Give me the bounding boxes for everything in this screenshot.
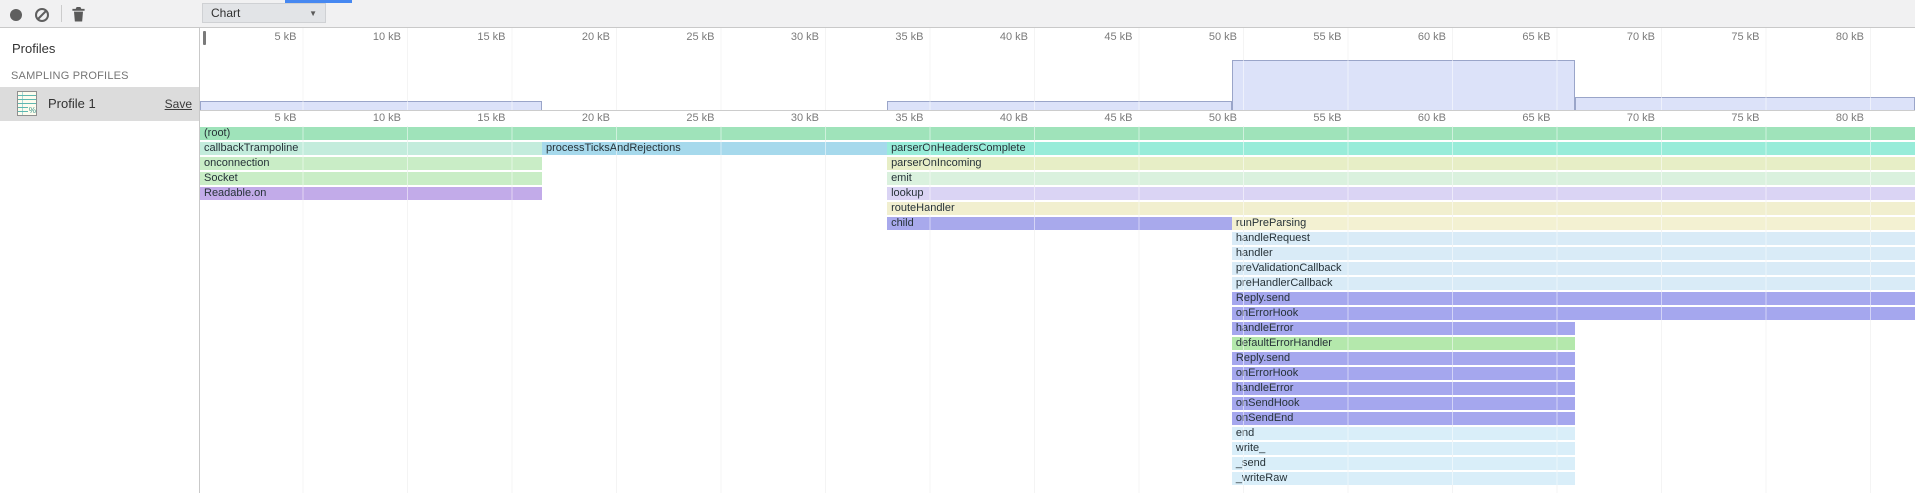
memory-overview[interactable]: 5 kB10 kB15 kB20 kB25 kB30 kB35 kB40 kB4… — [200, 28, 1915, 111]
ruler-label-15kB: 15 kB — [446, 111, 506, 125]
ruler-label-55kB: 55 kB — [1282, 111, 1342, 125]
flame-bar-root[interactable]: (root) — [200, 127, 1915, 140]
ruler-label-50kB: 50 kB — [1177, 111, 1237, 125]
sampling-profile-icon: % — [17, 91, 37, 116]
percent-glyph: % — [28, 106, 36, 115]
overview-left-handle[interactable] — [203, 31, 206, 45]
ruler-label-35kB: 35 kB — [864, 111, 924, 125]
overview-selection-segment[interactable] — [887, 101, 1232, 110]
chevron-down-icon: ▼ — [309, 9, 317, 18]
ruler-label-5kB: 5 kB — [237, 111, 297, 125]
flame-bar-processTicksAndRejections[interactable]: processTicksAndRejections — [542, 142, 887, 155]
flame-bar-end[interactable]: end — [1232, 427, 1575, 440]
flame-bar-routeHandler[interactable]: routeHandler — [887, 202, 1915, 215]
toolbar: Chart ▼ — [0, 0, 1915, 28]
flame-bar-_send[interactable]: _send — [1232, 457, 1575, 470]
ruler-label-75kB: 75 kB — [1700, 111, 1760, 125]
flame-bar-onSendHook[interactable]: onSendHook — [1232, 397, 1575, 410]
ruler-label-45kB: 45 kB — [1073, 111, 1133, 125]
ruler-label-20kB: 20 kB — [550, 111, 610, 125]
ruler-label-25kB: 25 kB — [655, 111, 715, 125]
flame-bar-child[interactable]: child — [887, 217, 1232, 230]
overview-selection-segment[interactable] — [200, 101, 542, 110]
sidebar-title: Profiles — [12, 41, 55, 56]
flame-chart-panel: 5 kB 10 kB 15 kB 20 kB 25 kB 30 kB 35 kB 40 kB 4… — [200, 28, 1915, 493]
ruler-label-65kB: 65 kB — [1491, 111, 1551, 125]
flame-bar-handler[interactable]: handler — [1232, 247, 1915, 260]
flame-ruler-row: 5 kB 10 kB 15 kB 20 kB 25 kB 30 kB 35 kB 40 kB 4… — [200, 111, 1915, 126]
clear-all-profiles-icon[interactable] — [35, 8, 49, 22]
flame-bar-preHandlerCallback[interactable]: preHandlerCallback — [1232, 277, 1915, 290]
flame-bar-runPreParsing[interactable]: runPreParsing — [1232, 217, 1915, 230]
flame-bar-Readable.on[interactable]: Readable.on — [200, 187, 542, 200]
ruler-label-10kB: 10 kB — [341, 111, 401, 125]
flame-ruler: 5 kB 10 kB 15 kB 20 kB 25 kB 30 kB 35 kB 40 kB 4… — [200, 111, 1915, 126]
toolbar-divider — [61, 5, 62, 22]
flame-bar-emit[interactable]: emit — [887, 172, 1915, 185]
ruler-label-80kB: 80 kB — [1804, 111, 1864, 125]
ruler-label-60kB: 60 kB — [1386, 111, 1446, 125]
flame-bar-Reply.send[interactable]: Reply.send — [1232, 292, 1915, 305]
flame-bar-onSendEnd[interactable]: onSendEnd — [1232, 412, 1575, 425]
flame-bar-write_[interactable]: write_ — [1232, 442, 1575, 455]
flame-bar-callbackTrampoline[interactable]: callbackTrampoline — [200, 142, 542, 155]
ruler-label-70kB: 70 kB — [1595, 111, 1655, 125]
profile-name: Profile 1 — [48, 96, 96, 111]
flame-bar-onconnection[interactable]: onconnection — [200, 157, 542, 170]
overview-selection-segment[interactable] — [1575, 97, 1915, 110]
flame-bar-preValidationCallback[interactable]: preValidationCallback — [1232, 262, 1915, 275]
save-profile-link[interactable]: Save — [165, 97, 192, 111]
flame-bar-handleError[interactable]: handleError — [1232, 322, 1575, 335]
profile-item[interactable]: % Profile 1 Save — [0, 87, 199, 121]
flame-bar-lookup[interactable]: lookup — [887, 187, 1915, 200]
flame-bar-defaultErrorHandler[interactable]: defaultErrorHandler — [1232, 337, 1575, 350]
ruler-label-30kB: 30 kB — [759, 111, 819, 125]
profiles-sidebar: Profiles SAMPLING PROFILES % Profile 1 S… — [0, 28, 200, 493]
flame-bar-Reply.send[interactable]: Reply.send — [1232, 352, 1575, 365]
overview-selection-segment[interactable] — [1232, 60, 1575, 110]
flame-bar-parserOnHeadersComplete[interactable]: parserOnHeadersComplete — [887, 142, 1915, 155]
flame-bar-_writeRaw[interactable]: _writeRaw — [1232, 472, 1575, 485]
view-mode-value: Chart — [211, 6, 240, 20]
flame-bar-parserOnIncoming[interactable]: parserOnIncoming — [887, 157, 1915, 170]
ruler-label-40kB: 40 kB — [968, 111, 1028, 125]
flame-chart[interactable]: (root) callbackTrampolineprocessTicksAndR… — [200, 126, 1915, 493]
sampling-profiles-header: SAMPLING PROFILES — [11, 70, 129, 82]
overview-selection-shape — [200, 28, 1915, 110]
record-button[interactable] — [10, 9, 22, 21]
flame-bar-handleRequest[interactable]: handleRequest — [1232, 232, 1915, 245]
delete-profile-icon[interactable] — [71, 6, 86, 22]
devtools-sampling-profiler: Chart ▼ Profiles SAMPLING PROFILES % Pro… — [0, 0, 1915, 493]
flame-bar-Socket[interactable]: Socket — [200, 172, 542, 185]
flame-bar-handleError[interactable]: handleError — [1232, 382, 1575, 395]
flame-bar-onErrorHook[interactable]: onErrorHook — [1232, 307, 1915, 320]
flame-bar-onErrorHook[interactable]: onErrorHook — [1232, 367, 1575, 380]
view-mode-select[interactable]: Chart ▼ — [202, 3, 326, 23]
